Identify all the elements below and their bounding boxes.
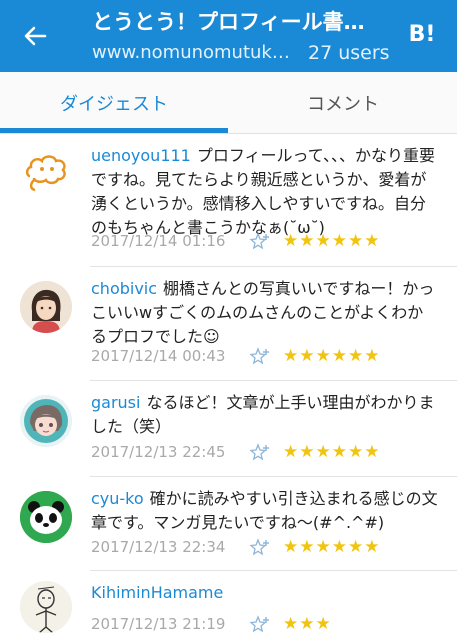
- comment-username[interactable]: chobivic: [91, 279, 157, 298]
- star-rating: ★★★★★★: [283, 537, 381, 557]
- comment-text: なるほど！文章が上手い理由がわかりました（笑）: [91, 393, 435, 436]
- comment-date: 2017/12/13 21:19: [91, 615, 226, 633]
- star-rating: ★★★★★★: [283, 346, 381, 366]
- list-item[interactable]: uenoyou111 プロフィールって、、、かなり重要ですね。見てたらより親近感と…: [0, 134, 457, 262]
- page-url: www.nomunomutuk…: [92, 42, 290, 63]
- comment-date: 2017/12/13 22:34: [91, 538, 226, 556]
- star-rating: ★★★★★★: [283, 231, 381, 251]
- girl-portrait-icon[interactable]: [20, 281, 72, 333]
- page-title: とうとう！プロフィール書…: [92, 10, 365, 34]
- comment-date: 2017/12/13 22:45: [91, 443, 226, 461]
- tab-digest[interactable]: ダイジェスト: [0, 72, 228, 134]
- add-star-icon[interactable]: [249, 442, 275, 462]
- comment-date: 2017/12/14 00:43: [91, 347, 226, 365]
- girl-cyan-icon[interactable]: [20, 395, 72, 447]
- sketch-figure-icon[interactable]: [20, 581, 72, 633]
- cloud-face-icon[interactable]: [20, 146, 72, 198]
- star-rating: ★★★: [283, 614, 332, 634]
- comment-body: KihiminHamame: [91, 581, 439, 605]
- add-star-icon[interactable]: [249, 614, 275, 634]
- comment-username[interactable]: garusi: [91, 393, 140, 412]
- bookmark-user-count: 27 users: [308, 42, 390, 64]
- comment-body: chobivic 棚橋さんとの写真いいですねー！かっこいいwすごくのムのムさんのこ…: [91, 277, 439, 349]
- active-tab-indicator: [0, 128, 228, 133]
- add-star-icon[interactable]: [249, 346, 275, 366]
- comment-body: uenoyou111 プロフィールって、、、かなり重要ですね。見てたらより親近感と…: [91, 144, 439, 240]
- comment-body: cyu-ko 確かに読みやすい引き込まれる感じの文章です。マンガ見たいですね〜(#…: [91, 487, 439, 535]
- comment-meta: 2017/12/13 21:19 ★★★: [91, 611, 332, 637]
- tab-bar: ダイジェスト コメント: [0, 72, 457, 134]
- add-star-icon[interactable]: [249, 231, 275, 251]
- list-item[interactable]: garusi なるほど！文章が上手い理由がわかりました（笑）: [0, 381, 457, 487]
- back-arrow-icon[interactable]: [20, 22, 50, 50]
- comment-username[interactable]: cyu-ko: [91, 489, 144, 508]
- star-rating: ★★★★★★: [283, 442, 381, 462]
- comment-date: 2017/12/14 01:16: [91, 232, 226, 250]
- comment-username[interactable]: KihiminHamame: [91, 583, 223, 602]
- tab-comments[interactable]: コメント: [229, 72, 457, 134]
- comment-meta: 2017/12/13 22:34 ★★★★★★: [91, 534, 380, 560]
- add-star-icon[interactable]: [249, 537, 275, 557]
- comment-body: garusi なるほど！文章が上手い理由がわかりました（笑）: [91, 391, 439, 439]
- comment-meta: 2017/12/14 00:43 ★★★★★★: [91, 343, 380, 369]
- comment-meta: 2017/12/14 01:16 ★★★★★★: [91, 228, 380, 254]
- hatena-bookmark-button[interactable]: B!: [404, 18, 440, 52]
- app-bar: とうとう！プロフィール書… www.nomunomutuk… 27 users …: [0, 0, 457, 72]
- comment-username[interactable]: uenoyou111: [91, 146, 191, 165]
- panda-icon[interactable]: [20, 491, 72, 543]
- comment-meta: 2017/12/13 22:45 ★★★★★★: [91, 439, 380, 465]
